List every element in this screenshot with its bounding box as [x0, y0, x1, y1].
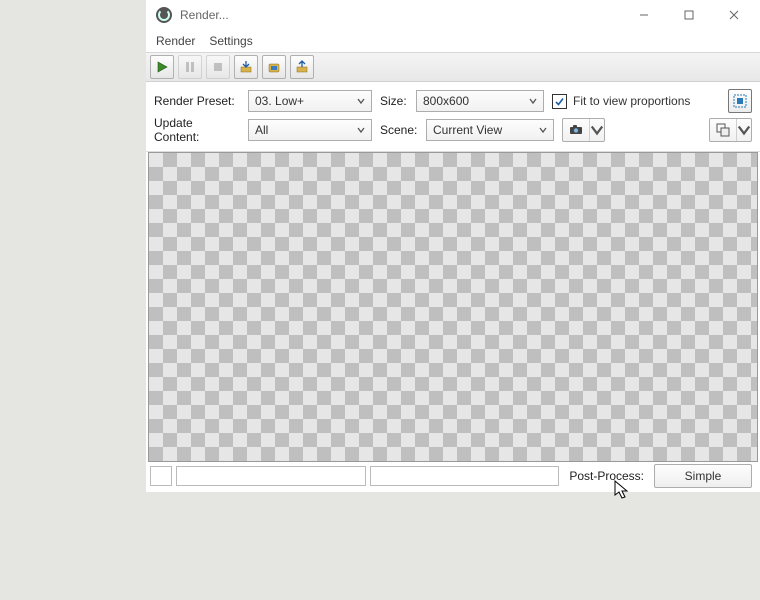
post-process-button[interactable]: Simple	[654, 464, 752, 488]
fit-proportions-label: Fit to view proportions	[573, 94, 690, 108]
minimize-button[interactable]	[621, 0, 666, 30]
start-render-button[interactable]	[150, 55, 174, 79]
controls-panel: Render Preset: 03. Low+ Size: 800x600 Fi…	[146, 82, 760, 152]
render-preset-label: Render Preset:	[154, 94, 240, 108]
menu-render[interactable]: Render	[156, 34, 195, 48]
render-canvas[interactable]	[148, 152, 758, 462]
stop-render-button[interactable]	[206, 55, 230, 79]
window-title: Render...	[180, 8, 229, 22]
titlebar: Render...	[146, 0, 760, 30]
chevron-down-icon	[590, 119, 604, 141]
render-preset-value: 03. Low+	[255, 94, 357, 108]
render-window: Render... Render Settings Render Prese	[146, 0, 760, 492]
export-image-button[interactable]	[290, 55, 314, 79]
camera-icon	[563, 119, 590, 141]
scene-label: Scene:	[380, 123, 418, 137]
render-canvas-container	[146, 152, 760, 462]
fit-proportions-checkbox[interactable]: Fit to view proportions	[552, 94, 690, 109]
status-text-1	[176, 466, 366, 486]
post-process-button-label: Simple	[685, 469, 722, 483]
clone-view-split-button[interactable]	[709, 118, 752, 142]
menubar: Render Settings	[146, 30, 760, 52]
app-icon	[156, 7, 172, 23]
checkbox-box	[552, 94, 567, 109]
update-content-label: Update Content:	[154, 116, 240, 144]
post-process-label: Post-Process:	[569, 469, 644, 483]
maximize-button[interactable]	[666, 0, 711, 30]
status-indicator	[150, 466, 172, 486]
size-value: 800x600	[423, 94, 529, 108]
chevron-down-icon	[539, 126, 547, 134]
menu-settings[interactable]: Settings	[209, 34, 252, 48]
open-image-button[interactable]	[262, 55, 286, 79]
save-image-button[interactable]	[234, 55, 258, 79]
chevron-down-icon	[529, 97, 537, 105]
close-button[interactable]	[711, 0, 756, 30]
render-preset-select[interactable]: 03. Low+	[248, 90, 372, 112]
update-content-select[interactable]: All	[248, 119, 372, 141]
statusbar: Post-Process: Simple	[146, 462, 760, 492]
clone-view-icon	[710, 119, 737, 141]
chevron-down-icon	[357, 97, 365, 105]
update-content-value: All	[255, 123, 357, 137]
pause-render-button[interactable]	[178, 55, 202, 79]
chevron-down-icon	[737, 119, 751, 141]
status-text-2	[370, 466, 560, 486]
toolbar	[146, 52, 760, 82]
camera-split-button[interactable]	[562, 118, 605, 142]
scene-value: Current View	[433, 123, 539, 137]
region-select-button[interactable]	[728, 89, 752, 113]
scene-select[interactable]: Current View	[426, 119, 554, 141]
size-label: Size:	[380, 94, 408, 108]
chevron-down-icon	[357, 126, 365, 134]
size-select[interactable]: 800x600	[416, 90, 544, 112]
